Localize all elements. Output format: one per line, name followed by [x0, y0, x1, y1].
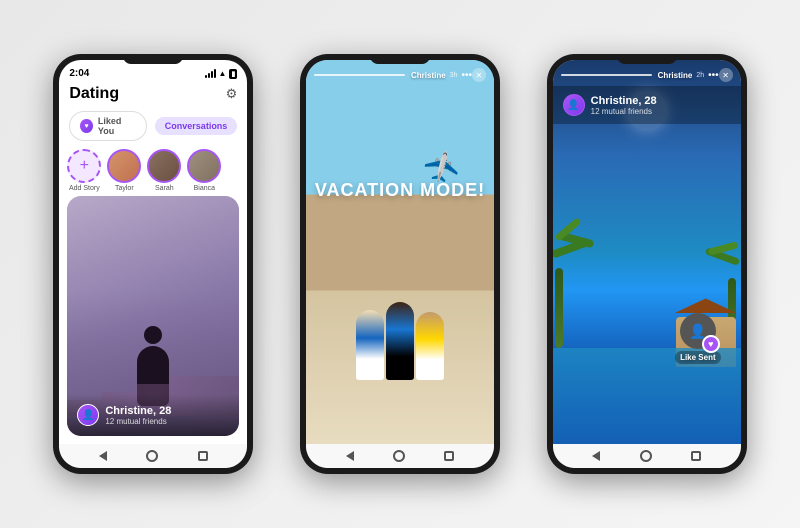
phone-notch	[123, 54, 183, 64]
taylor-label: Taylor	[115, 185, 134, 192]
like-sent-badge: 👤 ♥ Like Sent	[675, 313, 721, 364]
phone3-screen: Christine 2h ••• ✕ 👤 ♥ Like Sent	[553, 60, 741, 444]
phone2-screen: Christine 3h ••• ✕ VAC	[306, 60, 494, 444]
story3-username: Christine	[658, 71, 693, 80]
story3-avatar: 👤	[563, 94, 585, 116]
phone-notch-3	[617, 54, 677, 64]
story-bianca[interactable]: Bianca	[187, 149, 221, 192]
add-story-circle: +	[67, 149, 101, 183]
recent-button[interactable]	[198, 451, 208, 461]
vacation-text: VACATION MODE!	[315, 180, 485, 201]
tab-bar: ♥ Liked You Conversations	[59, 107, 247, 145]
heart-icon: ♥	[80, 119, 93, 133]
story-fullscreen: Christine 3h ••• ✕ VAC	[306, 60, 494, 444]
tab-conversations[interactable]: Conversations	[155, 117, 238, 135]
status-time: 2:04	[69, 68, 89, 79]
sarah-avatar	[147, 149, 181, 183]
close-button-3[interactable]: ✕	[719, 68, 733, 82]
story3-info: Christine, 28 12 mutual friends	[591, 95, 731, 116]
bianca-label: Bianca	[194, 185, 215, 192]
plus-icon: +	[80, 157, 89, 175]
phone2-nav-bar	[306, 444, 494, 468]
card-info: Christine, 28 12 mutual friends	[105, 405, 229, 426]
person-1	[356, 310, 384, 380]
main-profile-card[interactable]: 👤 Christine, 28 12 mutual friends	[67, 196, 239, 436]
home-button-3[interactable]	[640, 450, 652, 462]
tab-liked-label: Liked You	[98, 116, 136, 136]
app-title: Dating	[69, 85, 119, 103]
bianca-avatar	[187, 149, 221, 183]
like-heart-icon: ♥	[702, 335, 720, 353]
phone-3: Christine 2h ••• ✕ 👤 ♥ Like Sent	[547, 54, 747, 474]
battery-icon: ▮	[229, 69, 237, 79]
story2-body: VACATION MODE! ✈️	[306, 86, 494, 400]
stories-row: + Add Story Taylor Sarah Bianca	[59, 145, 247, 196]
person-2	[386, 302, 414, 380]
recent-button-2[interactable]	[444, 451, 454, 461]
story3-name: Christine, 28	[591, 95, 731, 107]
signal-icon	[205, 69, 216, 78]
phone-notch-2	[370, 54, 430, 64]
card-overlay: 👤 Christine, 28 12 mutual friends	[67, 394, 239, 436]
more-icon[interactable]: •••	[461, 70, 472, 81]
person-3	[416, 312, 444, 380]
mutual-friends: 12 mutual friends	[105, 417, 229, 426]
story-add[interactable]: + Add Story	[67, 149, 101, 192]
status-icons: ▲ ▮	[205, 69, 238, 79]
story-progress	[314, 74, 405, 76]
close-button[interactable]: ✕	[472, 68, 486, 82]
sarah-label: Sarah	[155, 185, 174, 192]
story2-time: 3h	[450, 72, 458, 79]
like-avatar-stack: 👤 ♥	[680, 313, 716, 349]
back-button-2[interactable]	[346, 451, 354, 461]
add-story-label: Add Story	[69, 185, 100, 192]
people-group	[356, 302, 444, 380]
taylor-avatar	[107, 149, 141, 183]
story-taylor[interactable]: Taylor	[107, 149, 141, 192]
more-icon-3[interactable]: •••	[708, 70, 719, 81]
scene: 2:04 ▲ ▮ Dating ⚙	[0, 0, 800, 528]
story3-bottom: 👤 Christine, 28 12 mutual friends	[553, 86, 741, 124]
recent-button-3[interactable]	[691, 451, 701, 461]
story2-username: Christine	[411, 71, 446, 80]
phone1-screen: 2:04 ▲ ▮ Dating ⚙	[59, 60, 247, 444]
story3-time: 2h	[696, 72, 704, 79]
story3-progress	[561, 74, 652, 76]
phone1-nav-bar	[59, 444, 247, 468]
phone3-nav-bar	[553, 444, 741, 468]
home-button-2[interactable]	[393, 450, 405, 462]
tab-liked[interactable]: ♥ Liked You	[69, 111, 146, 141]
like-sent-label: Like Sent	[675, 351, 721, 364]
wifi-icon: ▲	[219, 69, 227, 78]
tab-conversations-label: Conversations	[165, 121, 228, 131]
story3-fullscreen: Christine 2h ••• ✕ 👤 ♥ Like Sent	[553, 60, 741, 444]
app-header: Dating ⚙	[59, 83, 247, 107]
phone-1: 2:04 ▲ ▮ Dating ⚙	[53, 54, 253, 474]
back-button-3[interactable]	[592, 451, 600, 461]
story3-mutual: 12 mutual friends	[591, 107, 731, 116]
phone-2: Christine 3h ••• ✕ VAC	[300, 54, 500, 474]
card-avatar: 👤	[77, 404, 99, 426]
home-button[interactable]	[146, 450, 158, 462]
gear-icon[interactable]: ⚙	[226, 86, 238, 102]
story-sarah[interactable]: Sarah	[147, 149, 181, 192]
back-button[interactable]	[99, 451, 107, 461]
profile-name: Christine, 28	[105, 405, 229, 417]
